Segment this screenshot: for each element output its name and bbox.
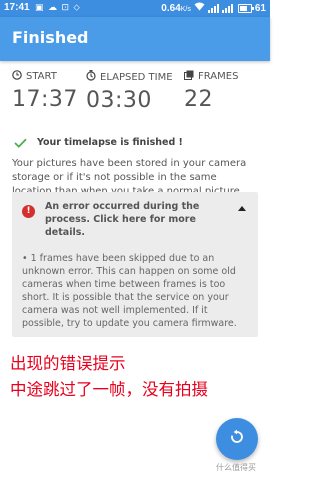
error-details: • 1 frames have been skipped due to an u… <box>22 253 237 329</box>
check-icon <box>14 133 27 152</box>
network-speed: 0.64K/s <box>161 2 191 14</box>
success-message: Your timelapse is finished ! <box>37 137 183 148</box>
success-row: Your timelapse is finished ! <box>14 133 183 152</box>
page-title: Finished <box>12 28 89 47</box>
stat-frames: FRAMES 22 <box>184 70 238 112</box>
status-time: 17:41 <box>4 2 30 13</box>
status-right: 0.64K/s 61 <box>161 2 266 14</box>
stat-elapsed-label: ELAPSED TIME <box>100 71 173 83</box>
stats-row: START 17:37 ELAPSED TIME 03:30 FRAMES 22 <box>0 70 270 120</box>
stat-start: START 17:37 <box>12 70 78 112</box>
watermark: 什么值得买 <box>216 463 256 472</box>
stat-frames-value: 22 <box>184 87 213 112</box>
stat-elapsed: ELAPSED TIME 03:30 <box>86 70 173 113</box>
replay-icon <box>229 429 245 449</box>
battery-icon <box>237 3 254 13</box>
error-title: An error occurred during the process. Cl… <box>45 201 200 238</box>
error-header[interactable]: ! An error occurred during the process. … <box>12 200 258 238</box>
stat-frames-label: FRAMES <box>198 71 239 82</box>
notification-icons: ▣ ☁ ⊡ ⬦ <box>35 2 81 12</box>
app-bar: Finished <box>0 17 270 61</box>
stat-start-label: START <box>26 71 57 82</box>
collapse-caret-icon[interactable] <box>238 206 246 211</box>
stat-start-value: 17:37 <box>12 87 78 112</box>
battery-level: 61 <box>254 2 266 14</box>
annotation-line-2: 中途跳过了一帧，没有拍摄 <box>10 380 208 399</box>
wifi-icon <box>194 2 205 14</box>
stat-elapsed-value: 03:30 <box>86 88 152 113</box>
replay-button[interactable] <box>216 418 258 460</box>
clock-icon <box>12 70 22 83</box>
signal-icon-2 <box>221 3 233 13</box>
error-card[interactable]: ! An error occurred during the process. … <box>12 192 258 337</box>
signal-icon <box>207 3 219 13</box>
error-icon: ! <box>22 205 35 218</box>
stopwatch-icon <box>86 70 96 84</box>
frames-icon <box>184 70 194 83</box>
status-bar: 17:41 ▣ ☁ ⊡ ⬦ 0.64K/s 61 <box>0 0 270 17</box>
annotation-line-1: 出现的错误提示 <box>10 354 126 373</box>
